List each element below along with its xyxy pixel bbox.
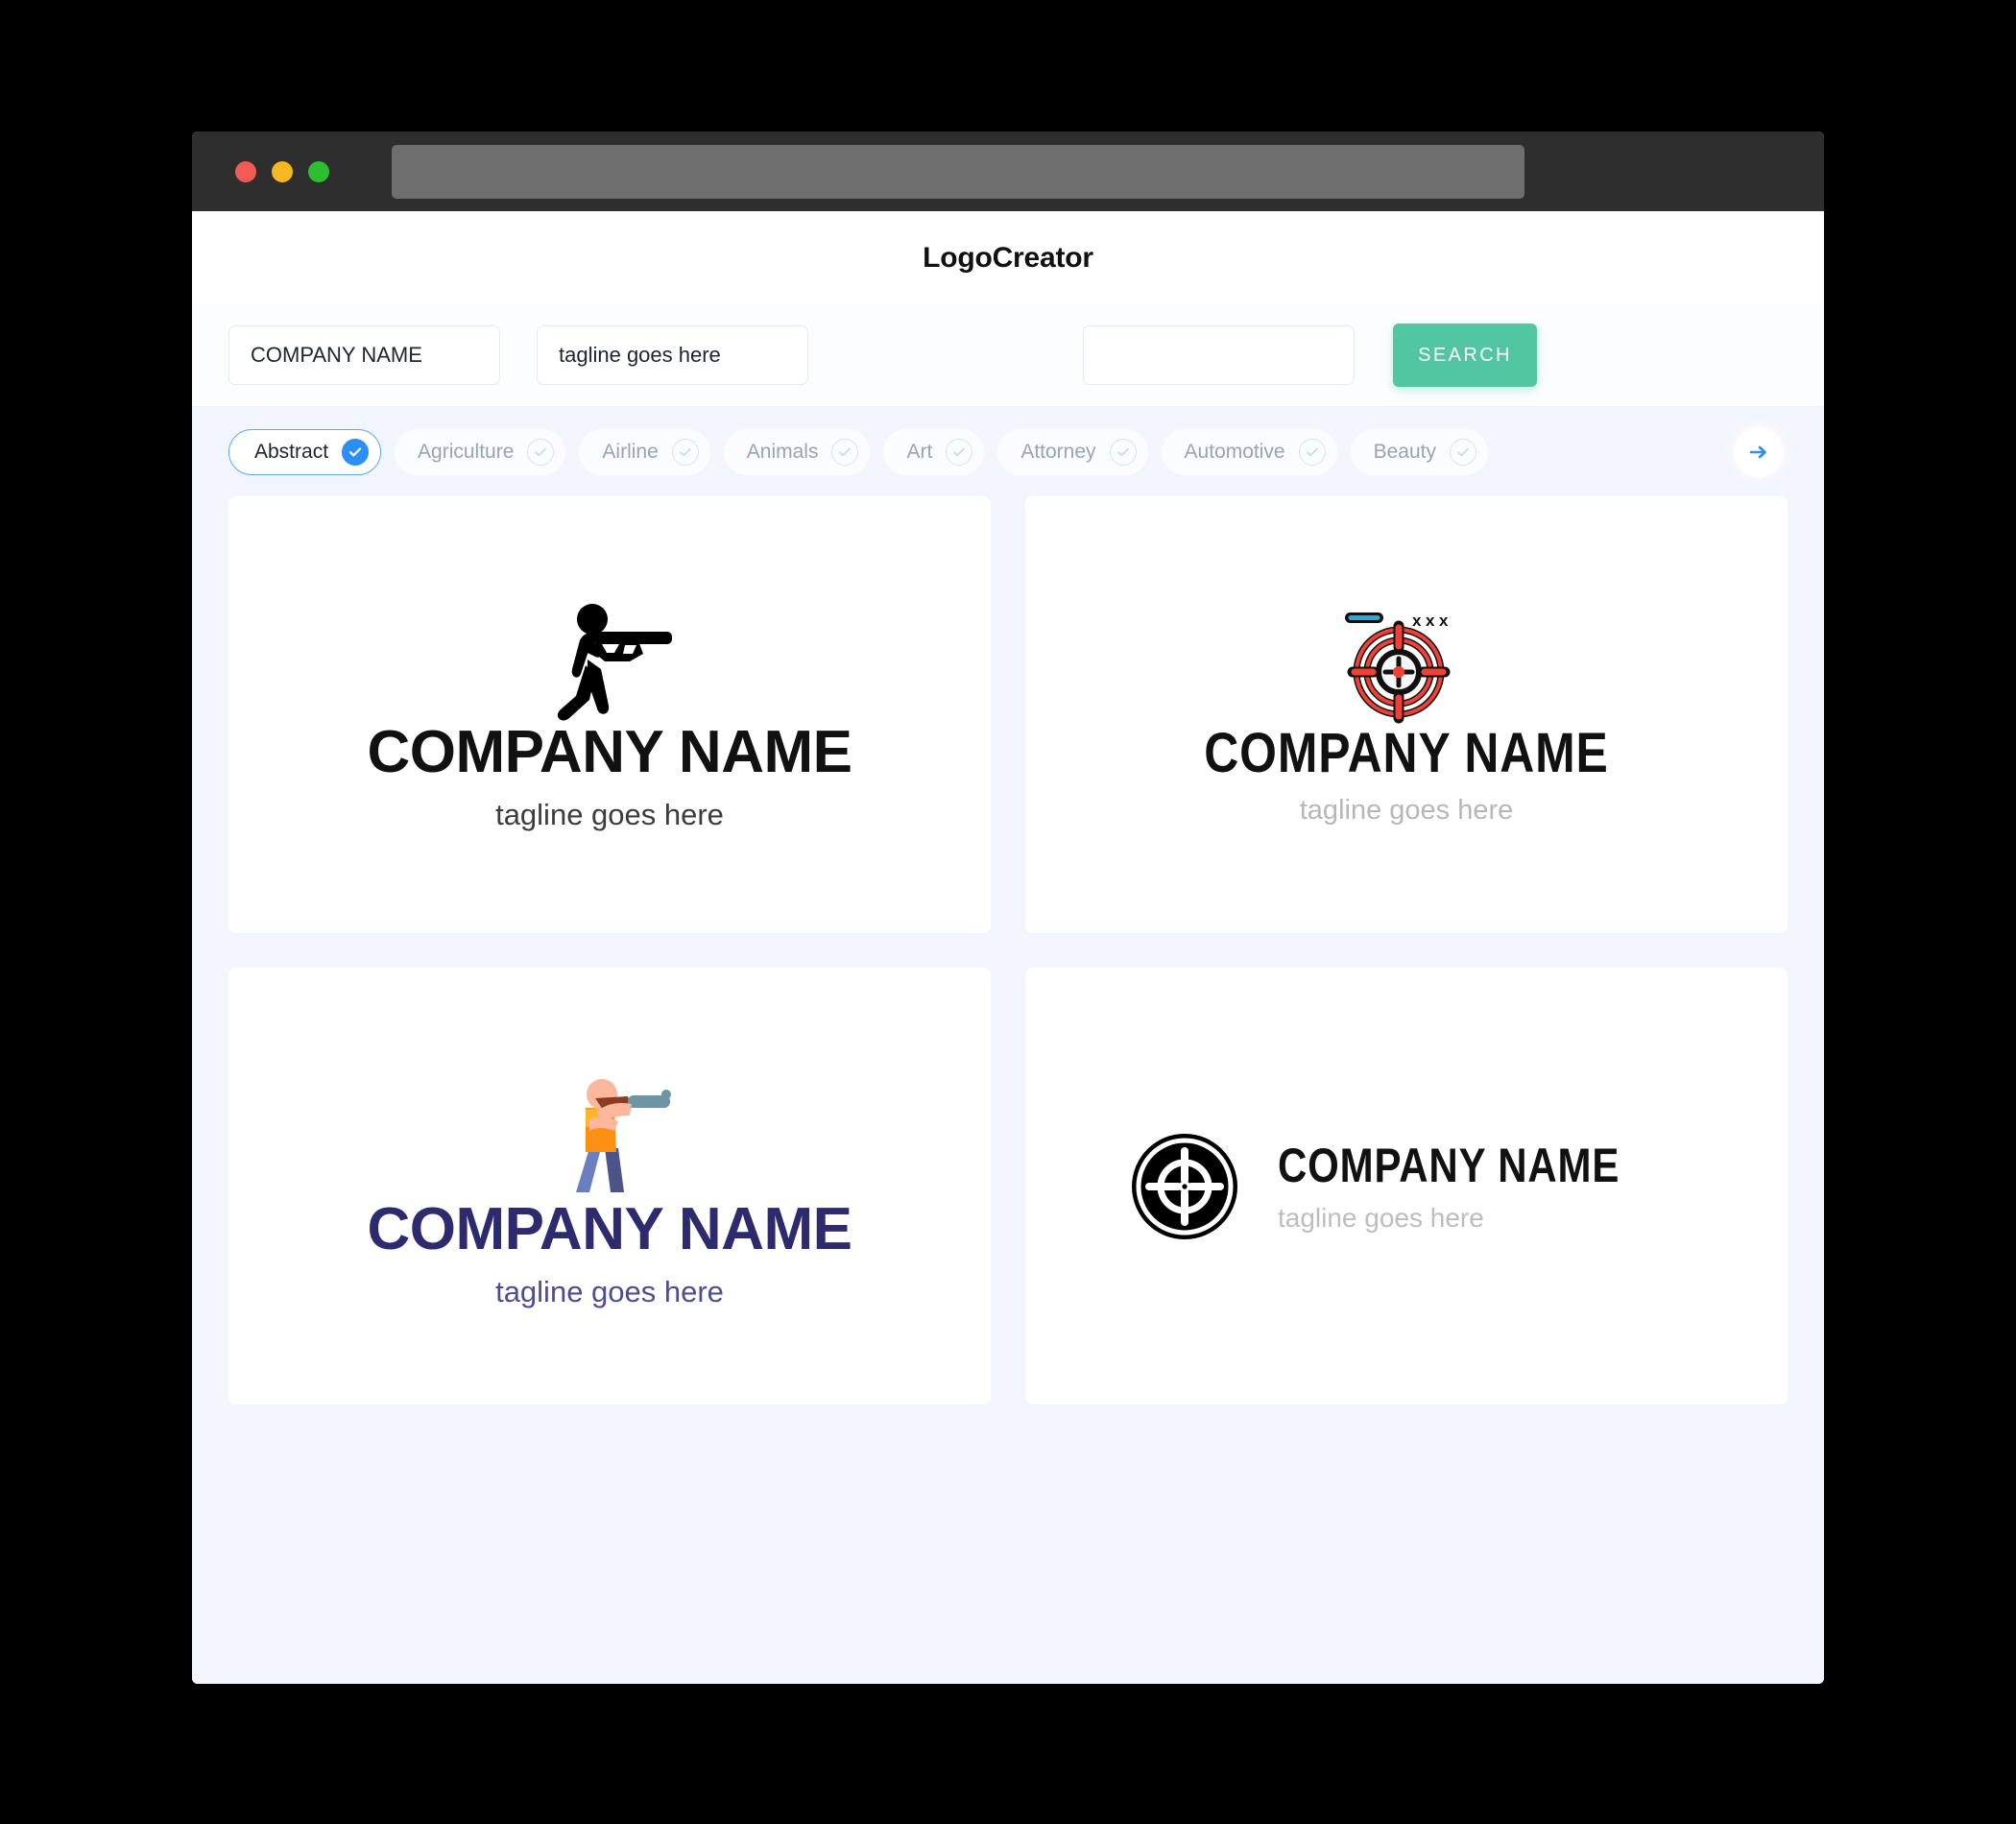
logo-company-name: COMPANY NAME [1277, 1138, 1620, 1192]
logo-text-block: COMPANY NAME tagline goes here [1278, 1141, 1685, 1232]
logo-company-name: COMPANY NAME [1204, 722, 1609, 784]
url-bar[interactable] [392, 144, 1524, 199]
logo-preview: COMPANY NAME tagline goes here [368, 600, 852, 829]
check-circle-icon [831, 438, 859, 466]
category-chip-attorney[interactable]: Attorney [997, 428, 1148, 475]
red-crosshair-target-icon: xxx [1345, 612, 1451, 724]
category-chip-label: Art [906, 440, 933, 463]
minimize-icon[interactable] [272, 160, 293, 182]
search-button[interactable]: SEARCH [1393, 324, 1537, 387]
logo-results-grid: COMPANY NAME tagline goes here xxx COMPA… [192, 496, 1824, 1684]
logo-card[interactable]: COMPANY NAME tagline goes here [228, 968, 991, 1404]
keyword-input[interactable] [1083, 325, 1355, 385]
logo-tagline: tagline goes here [495, 1275, 724, 1308]
category-chip-abstract[interactable]: Abstract [228, 428, 382, 475]
logo-preview: COMPANY NAME tagline goes here [1128, 1130, 1685, 1243]
category-chip-animals[interactable]: Animals [723, 428, 871, 475]
zoom-icon[interactable] [308, 160, 329, 182]
category-chip-label: Beauty [1373, 440, 1436, 463]
black-crosshair-badge-icon [1131, 1133, 1237, 1239]
company-name-input[interactable] [228, 325, 500, 385]
logo-tagline: tagline goes here [1277, 1202, 1484, 1233]
category-chip-label: Airline [602, 440, 659, 463]
category-chip-label: Animals [746, 440, 819, 463]
category-chip-art[interactable]: Art [883, 428, 985, 475]
category-chip-label: Abstract [254, 440, 329, 463]
browser-window: LogoCreator SEARCH Abstract Agriculture [192, 132, 1824, 1684]
search-toolbar: SEARCH [192, 304, 1824, 407]
flat-shooter-illustration-icon [576, 1079, 671, 1192]
svg-text:x: x [1412, 612, 1422, 630]
check-circle-icon [946, 438, 973, 466]
category-chip-label: Automotive [1184, 440, 1285, 463]
logo-card[interactable]: xxx COMPANY NAME tagline goes here [1025, 496, 1788, 933]
logo-company-name: COMPANY NAME [367, 1196, 852, 1262]
category-chip-label: Attorney [1020, 440, 1096, 463]
svg-text:x: x [1439, 612, 1449, 630]
categories-next-button[interactable] [1734, 426, 1784, 477]
svg-text:x: x [1426, 612, 1435, 630]
category-filter-row[interactable]: Abstract Agriculture Airline Animals Art… [192, 407, 1824, 496]
browser-titlebar [192, 132, 1824, 211]
check-circle-icon [1298, 438, 1326, 466]
logo-card[interactable]: COMPANY NAME tagline goes here [228, 496, 991, 933]
tagline-input[interactable] [537, 325, 808, 385]
logo-card[interactable]: COMPANY NAME tagline goes here [1025, 968, 1788, 1404]
screenshot-stage: LogoCreator SEARCH Abstract Agriculture [0, 0, 2016, 1824]
app-header: LogoCreator [192, 211, 1824, 304]
window-controls [235, 160, 329, 182]
page-title: LogoCreator [923, 241, 1093, 274]
logo-preview: COMPANY NAME tagline goes here [368, 1066, 852, 1307]
logo-company-name: COMPANY NAME [367, 719, 852, 785]
close-icon[interactable] [235, 160, 256, 182]
logo-tagline: tagline goes here [1299, 795, 1514, 826]
check-circle-icon [671, 438, 699, 466]
arrow-right-icon [1749, 445, 1766, 458]
check-circle-icon [1109, 438, 1137, 466]
category-chip-airline[interactable]: Airline [579, 428, 710, 475]
category-chip-beauty[interactable]: Beauty [1350, 428, 1488, 475]
category-chip-label: Agriculture [418, 440, 515, 463]
check-circle-icon [342, 438, 370, 466]
shooter-silhouette-icon [557, 604, 672, 721]
category-chip-agriculture[interactable]: Agriculture [395, 428, 566, 475]
category-chip-automotive[interactable]: Automotive [1161, 428, 1337, 475]
check-circle-icon [527, 438, 555, 466]
logo-tagline: tagline goes here [495, 798, 724, 831]
check-circle-icon [1450, 438, 1476, 466]
logo-preview: xxx COMPANY NAME tagline goes here [1171, 605, 1642, 825]
